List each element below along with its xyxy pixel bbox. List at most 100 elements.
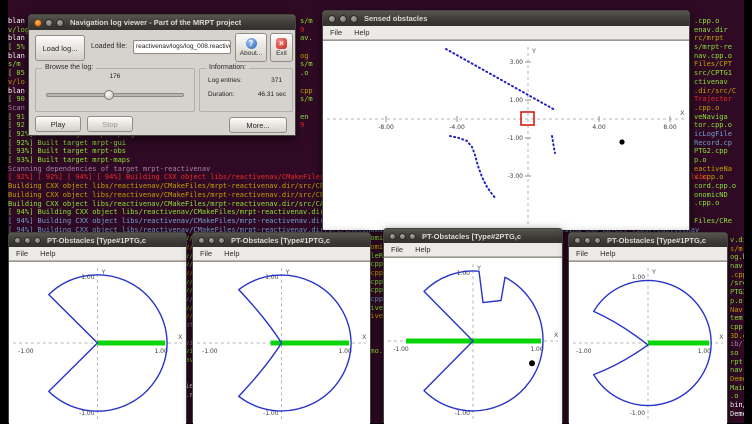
x-tick-label: 1.00 <box>698 349 711 355</box>
y-tick-label: -3.00 <box>507 173 523 180</box>
pt2-menubar: File Help <box>193 247 370 261</box>
y-axis-label: Y <box>531 47 536 55</box>
loaded-file-label: Loaded file: <box>91 43 127 50</box>
menu-file[interactable]: File <box>391 245 403 254</box>
log-slider-track[interactable] <box>46 93 184 97</box>
menu-help[interactable]: Help <box>600 249 615 258</box>
x-axis-label: X <box>680 109 685 117</box>
maximize-button[interactable] <box>218 237 225 244</box>
close-button[interactable] <box>34 19 42 27</box>
menu-help[interactable]: Help <box>354 28 369 37</box>
menu-file[interactable]: File <box>330 28 342 37</box>
pt1-menubar: File Help <box>9 247 186 261</box>
close-button[interactable] <box>198 237 205 244</box>
about-label: About... <box>240 50 262 57</box>
navlog-titlebar[interactable]: Navigation log viewer - Part of the MRPT… <box>29 15 295 30</box>
x-tick-label: 8.00 <box>663 124 677 131</box>
menu-help[interactable]: Help <box>415 245 430 254</box>
slider-value: 176 <box>36 73 194 80</box>
close-button[interactable] <box>574 237 581 244</box>
about-icon: ? <box>246 38 257 49</box>
minimize-button[interactable] <box>45 19 53 27</box>
information-legend: Information: <box>206 64 249 71</box>
log-entries-label: Log entries: <box>208 77 242 84</box>
window-title: PT-Obstacles [Type#1PTG,c <box>607 236 706 245</box>
x-tick-label: -1.00 <box>18 348 34 355</box>
close-button[interactable] <box>14 237 21 244</box>
window-sensed-obstacles: Sensed obstacles File Help X Y -8.00 -4.… <box>322 10 690 229</box>
minimize-button[interactable] <box>208 237 215 244</box>
y-tick-label: 1.00 <box>510 97 524 104</box>
x-tick-label: -1.00 <box>576 349 592 355</box>
pt4-menubar: File Help <box>569 247 727 261</box>
maximize-button[interactable] <box>594 237 601 244</box>
minimize-button[interactable] <box>584 237 591 244</box>
sensed-menubar: File Help <box>323 26 689 40</box>
obstacle-points-arc <box>450 136 496 199</box>
pt2-plot-area[interactable]: X Y -1.00 1.00 1.00 -1.00 <box>193 261 370 424</box>
about-button[interactable]: ? About... <box>235 33 267 62</box>
maximize-button[interactable] <box>350 15 358 23</box>
exit-button[interactable]: × Exit <box>270 33 293 62</box>
duration-value: 46.31 sec <box>258 91 286 98</box>
more-button[interactable]: More... <box>229 117 287 133</box>
x-axis-label: X <box>178 333 183 341</box>
pt3-plot-area[interactable]: X Y -1.00 1.00 1.00 -1.00 <box>384 257 562 424</box>
window-title: PT-Obstacles [Type#1PTG,c <box>231 236 330 245</box>
maximize-button[interactable] <box>56 19 64 27</box>
minimize-button[interactable] <box>24 237 31 244</box>
pt3-menubar: File Help <box>384 243 562 257</box>
window-pt-obstacles-4: PT-Obstacles [Type#1PTG,c File Help X Y … <box>568 232 728 423</box>
sensed-plot-area[interactable]: X Y -8.00 -4.00 4.00 8.00 3.00 1.00 -1.0… <box>323 40 689 230</box>
maximize-button[interactable] <box>34 237 41 244</box>
pt2-titlebar[interactable]: PT-Obstacles [Type#1PTG,c <box>193 233 370 247</box>
sensed-titlebar[interactable]: Sensed obstacles <box>323 11 689 26</box>
x-tick-label: 4.00 <box>592 124 606 131</box>
browse-log-legend: Browse the log: <box>42 64 96 71</box>
y-tick-label: 3.00 <box>510 59 524 66</box>
log-entries-value: 371 <box>271 77 282 84</box>
target-dot <box>529 360 535 366</box>
pt1-plot-area[interactable]: X Y -1.00 1.00 1.00 -1.00 <box>9 261 186 424</box>
loaded-file-input[interactable]: reactivenav/logs/log_008.reactivenav <box>133 40 231 54</box>
x-axis-label: X <box>719 333 724 341</box>
window-title: PT-Obstacles [Type#1PTG,c <box>47 236 146 245</box>
minimize-button[interactable] <box>339 15 347 23</box>
exit-label: Exit <box>276 50 287 57</box>
minimize-button[interactable] <box>399 233 406 240</box>
menu-file[interactable]: File <box>200 249 212 258</box>
pt3-titlebar[interactable]: PT-Obstacles [Type#2PTG,c <box>384 229 562 243</box>
window-navlog-viewer: Navigation log viewer - Part of the MRPT… <box>28 14 296 136</box>
target-dot <box>619 139 624 144</box>
browse-log-group: Browse the log: 176 <box>35 68 195 112</box>
menu-help[interactable]: Help <box>40 249 55 258</box>
x-tick-label: -8.00 <box>378 124 394 131</box>
play-button[interactable]: Play <box>35 116 81 132</box>
x-axis-label: X <box>362 333 367 341</box>
window-title: PT-Obstacles [Type#2PTG,c <box>422 232 521 241</box>
y-tick-label: -1.00 <box>507 135 523 142</box>
window-pt-obstacles-3: PT-Obstacles [Type#2PTG,c File Help X Y … <box>383 228 563 423</box>
y-axis-label: Y <box>651 268 656 276</box>
menu-file[interactable]: File <box>16 249 28 258</box>
close-button[interactable] <box>328 15 336 23</box>
load-log-button[interactable]: Load log... <box>35 35 85 61</box>
menu-file[interactable]: File <box>576 249 588 258</box>
exit-icon: × <box>276 38 287 49</box>
obstacle-points-segment <box>552 136 555 153</box>
menu-help[interactable]: Help <box>224 249 239 258</box>
obstacle-points-wall <box>446 49 555 110</box>
pt1-titlebar[interactable]: PT-Obstacles [Type#1PTG,c <box>9 233 186 247</box>
stop-button[interactable]: Stop <box>87 116 133 132</box>
log-slider-thumb[interactable] <box>104 90 114 100</box>
x-tick-label: -1.00 <box>393 346 409 353</box>
pt4-plot-area[interactable]: X Y -1.00 1.00 1.00 -1.00 <box>569 261 727 424</box>
duration-label: Duration: <box>208 91 234 98</box>
window-pt-obstacles-2: PT-Obstacles [Type#1PTG,c File Help X Y … <box>192 232 371 423</box>
maximize-button[interactable] <box>409 233 416 240</box>
close-button[interactable] <box>389 233 396 240</box>
y-tick-label: -1.00 <box>630 411 646 417</box>
terminal-mid-text: s/m9av.ogs/m.ocpps/men9 <box>300 17 313 130</box>
pt4-titlebar[interactable]: PT-Obstacles [Type#1PTG,c <box>569 233 727 247</box>
terminal-left-text: blanv/logblan[ 5%blans/m[ 85v/loblan[ 90… <box>8 17 29 130</box>
